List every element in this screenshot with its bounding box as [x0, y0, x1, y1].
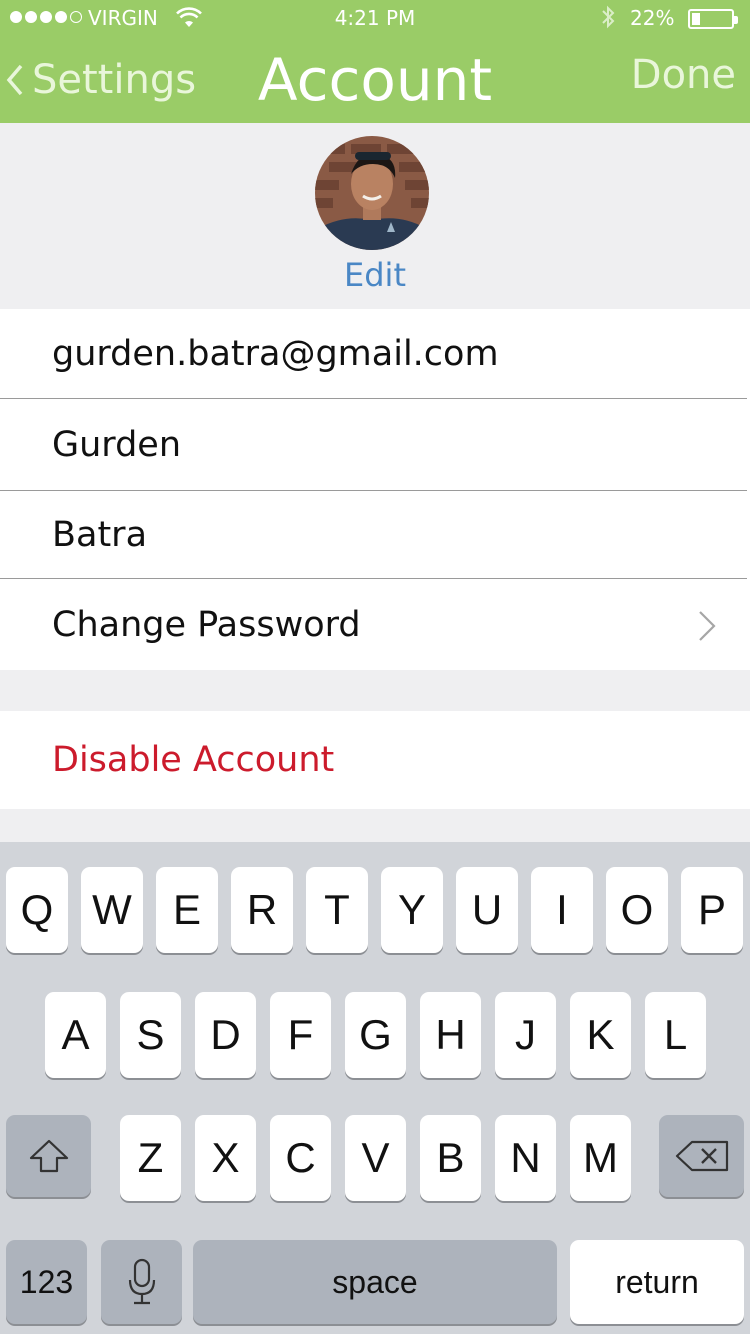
account-form: gurden.batra@gmail.com Gurden Batra Chan… [0, 309, 750, 670]
key-v[interactable]: V [345, 1115, 406, 1201]
keyboard: QWERTYUIOP ASDFGHJKL ZXCVBNM 123 space r… [0, 842, 750, 1334]
dictation-key[interactable] [101, 1240, 182, 1324]
bluetooth-icon [602, 5, 615, 29]
key-g[interactable]: G [345, 992, 406, 1078]
chevron-right-icon [699, 611, 716, 641]
status-bar: VIRGIN 4:21 PM 22% [0, 0, 750, 36]
shift-icon [29, 1139, 68, 1173]
key-d[interactable]: D [195, 992, 256, 1078]
key-w[interactable]: W [81, 867, 143, 953]
edit-photo-button[interactable]: Edit [0, 256, 750, 294]
key-n[interactable]: N [495, 1115, 556, 1201]
delete-key[interactable] [659, 1115, 744, 1197]
backspace-icon [675, 1140, 728, 1172]
key-j[interactable]: J [495, 992, 556, 1078]
key-t[interactable]: T [306, 867, 368, 953]
key-f[interactable]: F [270, 992, 331, 1078]
key-c[interactable]: C [270, 1115, 331, 1201]
key-i[interactable]: I [531, 867, 593, 953]
key-a[interactable]: A [45, 992, 106, 1078]
battery-icon [688, 9, 738, 29]
shift-key[interactable] [6, 1115, 91, 1197]
key-x[interactable]: X [195, 1115, 256, 1201]
first-name-field[interactable]: Gurden [0, 399, 750, 490]
key-q[interactable]: Q [6, 867, 68, 953]
key-y[interactable]: Y [381, 867, 443, 953]
microphone-icon [128, 1258, 155, 1305]
key-p[interactable]: P [681, 867, 743, 953]
key-u[interactable]: U [456, 867, 518, 953]
navigation-bar: VIRGIN 4:21 PM 22% Settings Account Done [0, 0, 750, 123]
key-s[interactable]: S [120, 992, 181, 1078]
last-name-field[interactable]: Batra [0, 491, 750, 578]
battery-percent: 22% [630, 6, 675, 30]
key-k[interactable]: K [570, 992, 631, 1078]
key-o[interactable]: O [606, 867, 668, 953]
disable-account-label: Disable Account [52, 740, 335, 780]
avatar[interactable] [315, 136, 429, 250]
change-password-label: Change Password [52, 604, 361, 645]
space-key[interactable]: space [193, 1240, 557, 1324]
key-m[interactable]: M [570, 1115, 631, 1201]
key-l[interactable]: L [645, 992, 706, 1078]
key-b[interactable]: B [420, 1115, 481, 1201]
key-r[interactable]: R [231, 867, 293, 953]
numbers-key[interactable]: 123 [6, 1240, 87, 1324]
done-button[interactable]: Done [631, 52, 736, 98]
email-field[interactable]: gurden.batra@gmail.com [0, 309, 750, 398]
key-h[interactable]: H [420, 992, 481, 1078]
disable-account-button[interactable]: Disable Account [0, 711, 750, 809]
return-key[interactable]: return [570, 1240, 744, 1324]
key-e[interactable]: E [156, 867, 218, 953]
change-password-row[interactable]: Change Password [0, 579, 750, 670]
key-z[interactable]: Z [120, 1115, 181, 1201]
